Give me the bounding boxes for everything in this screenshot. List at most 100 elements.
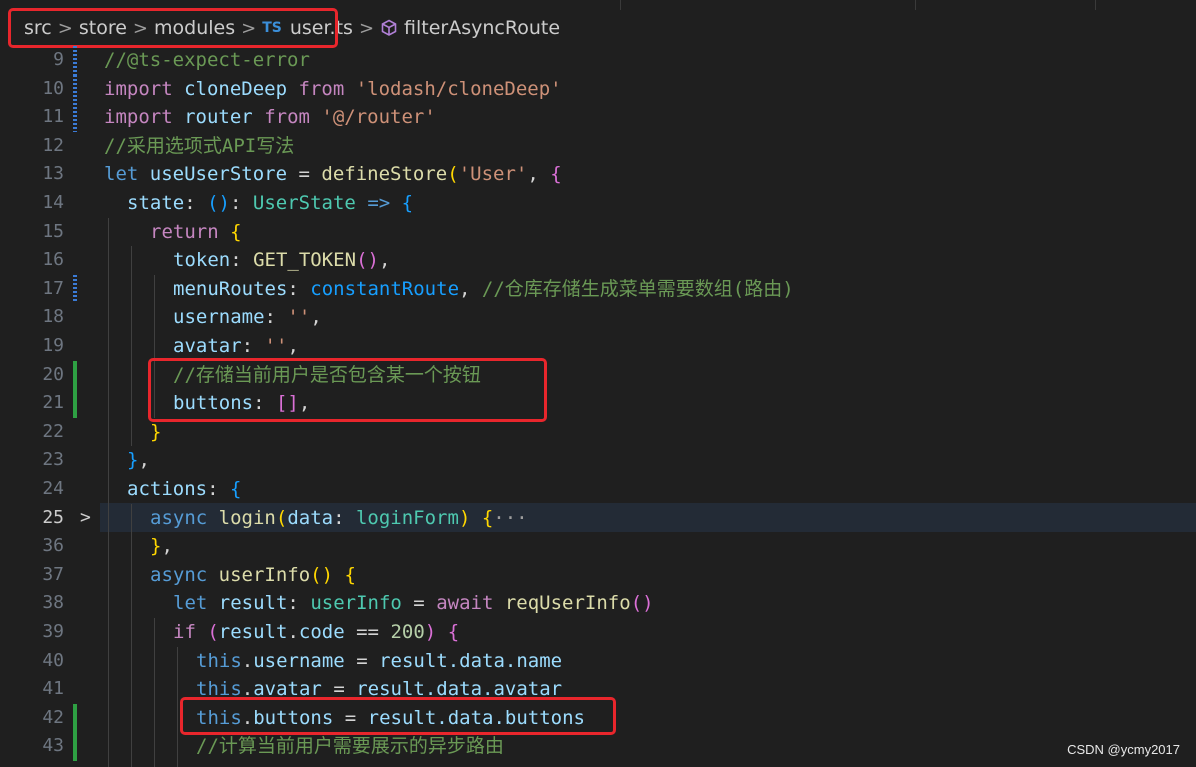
- operator: =: [413, 592, 425, 615]
- operator: =: [298, 163, 310, 186]
- code-line-18: username: '',: [173, 303, 322, 332]
- string-literal: 'lodash/cloneDeep': [355, 77, 562, 100]
- bracket: ): [458, 506, 471, 529]
- code-line-15: return {: [150, 218, 242, 247]
- modified-line-marker: [73, 103, 77, 132]
- expression: result.data.name: [379, 649, 563, 672]
- line-number-gutter: 9 10 11 12 13 14 15 16 17 18 19 20 21 22…: [0, 46, 100, 767]
- punctuation: ,: [161, 535, 173, 558]
- line-number: 41: [42, 678, 64, 700]
- punctuation: :: [207, 478, 219, 500]
- code-line-23: },: [127, 446, 150, 475]
- modified-line-marker: [73, 74, 77, 104]
- line-number: 42: [42, 706, 64, 728]
- bracket: {: [401, 192, 414, 214]
- string-literal: '': [287, 306, 311, 329]
- punctuation: ,: [378, 249, 391, 272]
- parameter: data: [287, 506, 334, 529]
- punctuation: :: [333, 506, 345, 529]
- added-line-marker: [73, 360, 77, 390]
- keyword: import: [104, 106, 173, 129]
- identifier: router: [184, 106, 253, 129]
- line-number: 11: [42, 106, 64, 128]
- punctuation: ,: [527, 163, 539, 186]
- bracket: (: [207, 621, 219, 643]
- breadcrumb-item-symbol[interactable]: filterAsyncRoute: [404, 17, 560, 39]
- folded-code-ellipsis[interactable]: ···: [493, 507, 527, 529]
- punctuation: :: [230, 192, 242, 214]
- code-line-10: import cloneDeep from 'lodash/cloneDeep': [104, 75, 562, 104]
- modified-line-marker: [73, 274, 77, 304]
- function-name: userInfo: [218, 563, 311, 586]
- punctuation: .: [241, 649, 254, 672]
- code-line-12: //采用选项式API写法: [104, 132, 294, 161]
- identifier: result: [218, 592, 288, 615]
- annotation-box-buttons-state: [148, 358, 547, 422]
- indent-guide: [154, 618, 155, 767]
- bracket: {: [229, 478, 242, 500]
- function-name: reqUserInfo: [504, 592, 631, 615]
- keyword: if: [173, 621, 196, 643]
- line-number: 36: [42, 535, 64, 557]
- property: menuRoutes: [173, 277, 288, 300]
- indent-guide: [177, 646, 178, 767]
- identifier: cloneDeep: [184, 77, 288, 100]
- line-number: 13: [42, 163, 64, 185]
- code-line-40: this.username = result.data.name: [196, 647, 562, 676]
- line-number: 24: [42, 478, 64, 499]
- line-number: 23: [42, 449, 64, 471]
- comment: //计算当前用户需要展示的异步路由: [196, 735, 504, 758]
- punctuation: :: [230, 249, 242, 272]
- annotation-box-buttons-assign: [180, 697, 616, 735]
- modified-line-marker: [73, 46, 77, 75]
- type-name: UserState: [252, 192, 356, 214]
- keyword: from: [298, 77, 345, 100]
- bracket: (): [207, 192, 230, 214]
- code-line-39: if (result.code == 200) {: [173, 618, 459, 647]
- watermark: CSDN @ycmy2017: [1067, 742, 1180, 757]
- annotation-box-breadcrumb: [8, 8, 338, 48]
- line-number: 25: [42, 506, 64, 528]
- bracket: }: [127, 449, 139, 472]
- bracket: {: [447, 621, 460, 643]
- property: username: [173, 306, 265, 329]
- bracket: {: [344, 563, 356, 586]
- type-name: userInfo: [310, 592, 402, 615]
- function-name: login: [218, 506, 276, 529]
- function-name: defineStore: [321, 163, 448, 186]
- code-line-36: },: [150, 532, 173, 561]
- punctuation: :: [184, 192, 196, 214]
- keyword: await: [436, 592, 494, 615]
- bracket: {: [481, 506, 494, 529]
- comment: //仓库存储生成菜单需要数组(路由): [481, 277, 794, 300]
- punctuation: .: [287, 621, 299, 643]
- function-name: GET_TOKEN: [253, 249, 357, 272]
- chevron-right-icon: >: [358, 17, 375, 39]
- fold-chevron-icon[interactable]: >: [80, 504, 96, 533]
- indent-guide: [108, 503, 109, 767]
- indent-guide: [108, 217, 109, 504]
- code-line-24: actions: {: [127, 475, 241, 504]
- line-number: 37: [42, 563, 64, 585]
- property: username: [253, 649, 345, 672]
- line-number: 9: [53, 49, 64, 70]
- method-cube-icon: [381, 19, 397, 36]
- punctuation: :: [287, 592, 299, 615]
- code-line-22: }: [150, 418, 161, 447]
- line-number: 43: [42, 735, 64, 757]
- line-number: 20: [42, 363, 64, 385]
- tab-divider: [915, 0, 916, 10]
- line-number: 16: [42, 249, 64, 271]
- code-line-37: async userInfo() {: [150, 561, 356, 590]
- number-literal: 200: [390, 621, 425, 643]
- line-number: 17: [42, 277, 64, 299]
- bracket: (): [630, 592, 654, 615]
- property: state: [127, 192, 185, 214]
- operator: ==: [356, 621, 379, 643]
- code-line-38: let result: userInfo = await reqUserInfo…: [173, 589, 654, 618]
- keyword: return: [150, 220, 219, 243]
- keyword: let: [173, 592, 208, 615]
- bracket: }: [150, 420, 162, 443]
- punctuation: ,: [287, 335, 299, 357]
- code-line-13: let useUserStore = defineStore('User', {: [104, 160, 562, 189]
